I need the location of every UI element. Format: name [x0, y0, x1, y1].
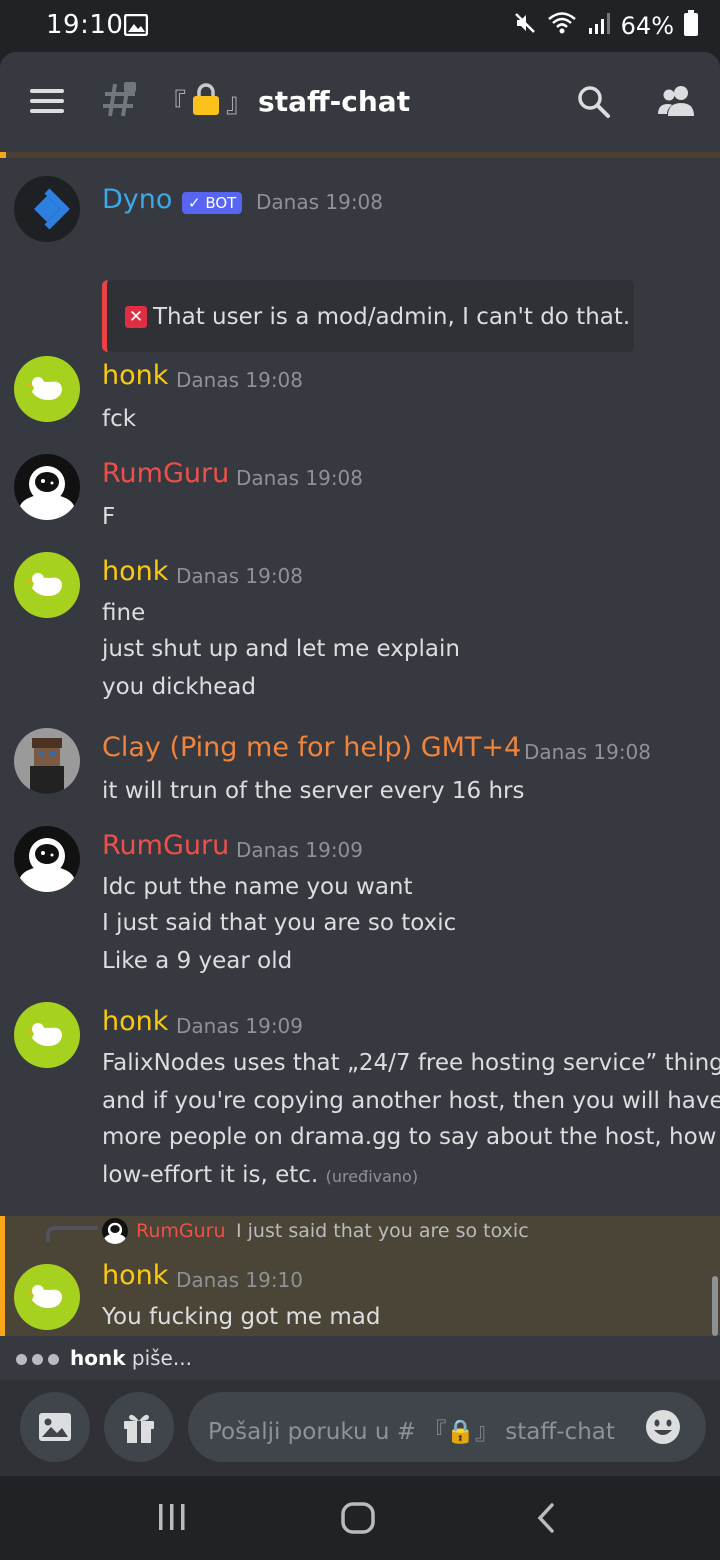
typing-suffix: piše... [125, 1346, 192, 1370]
gift-icon [124, 1414, 154, 1443]
message-line: just shut up and let me explain [102, 636, 460, 662]
avatar-honk[interactable] [14, 1002, 80, 1068]
back-icon[interactable] [534, 1502, 558, 1534]
message-line: F [102, 504, 116, 530]
bracket-open: 『 [160, 88, 187, 119]
message-timestamp: Danas 19:08 [176, 564, 304, 588]
message-line: more people on drama.gg to say about the… [102, 1124, 717, 1150]
system-navigation-bar [0, 1476, 720, 1560]
home-icon[interactable] [340, 1502, 376, 1534]
cross-mark-icon: ✕ [125, 306, 147, 328]
mute-icon [513, 11, 537, 41]
message-list[interactable]: Dyno ✓ BOT Danas 19:08 ✕ That user is a m… [0, 152, 720, 1336]
message-input[interactable]: Pošalji poruku u # 『🔒』 staff-chat [188, 1392, 706, 1462]
message-timestamp: Danas 19:10 [176, 1268, 304, 1292]
recent-apps-icon[interactable] [156, 1502, 188, 1532]
bracket-close: 』 [226, 88, 253, 119]
emoji-picker-icon[interactable] [644, 1408, 682, 1450]
author-name[interactable]: Dyno [102, 184, 172, 215]
avatar-honk[interactable] [14, 552, 80, 618]
message-timestamp: Danas 19:08 [176, 368, 304, 392]
reply-connector [46, 1226, 98, 1242]
member-list-icon[interactable] [656, 84, 696, 122]
battery-icon [684, 10, 698, 42]
reply-author[interactable]: RumGuru [136, 1220, 226, 1242]
message-line: you dickhead [102, 674, 256, 700]
lock-icon [192, 82, 220, 120]
scrollbar[interactable] [712, 1276, 718, 1336]
message-line: it will trun of the server every 16 hrs [102, 778, 525, 804]
status-bar: 19:10 64% [0, 0, 720, 52]
message-line: fine [102, 600, 146, 626]
avatar-honk[interactable] [14, 1264, 80, 1330]
embed-text: That user is a mod/admin, I can't do tha… [153, 304, 631, 330]
avatar-honk[interactable] [14, 356, 80, 422]
message-line: low-effort it is, etc. [102, 1162, 319, 1188]
typing-indicator: honk piše... [0, 1336, 720, 1380]
signal-icon [587, 12, 611, 40]
author-name[interactable]: RumGuru [102, 830, 229, 861]
gift-button[interactable] [104, 1392, 174, 1462]
mention-highlight-bar [0, 1216, 5, 1336]
gallery-notification-icon [123, 13, 149, 40]
avatar-rumguru[interactable] [14, 826, 80, 892]
hamburger-menu-icon[interactable] [30, 88, 64, 118]
avatar-clay[interactable] [14, 728, 80, 794]
message-honk-reply[interactable]: RumGuru I just said that you are so toxi… [0, 1216, 720, 1336]
message-input-placeholder: Pošalji poruku u # 『🔒』 staff-chat [208, 1419, 615, 1445]
reply-preview-text[interactable]: I just said that you are so toxic [236, 1220, 529, 1242]
message-line: You fucking got me mad [102, 1304, 381, 1330]
channel-name: staff-chat [258, 84, 411, 118]
bot-badge: ✓ BOT [182, 192, 243, 214]
message-line: and if you're copying another host, then… [102, 1088, 720, 1114]
edited-label: (uređivano) [325, 1167, 419, 1186]
reply-avatar-rumguru [102, 1218, 128, 1244]
composer-bar: Pošalji poruku u # 『🔒』 staff-chat [0, 1380, 720, 1476]
bot-embed: ✕ That user is a mod/admin, I can't do th… [102, 280, 634, 352]
message-timestamp: Danas 19:09 [236, 838, 364, 862]
author-name[interactable]: RumGuru [102, 458, 229, 489]
previous-message-edge [0, 152, 720, 158]
message-line: I just said that you are so toxic [102, 910, 457, 936]
channel-header: 『 』 staff-chat [0, 52, 720, 152]
message-timestamp: Danas 19:09 [176, 1014, 304, 1038]
attach-image-button[interactable] [20, 1392, 90, 1462]
channel-title: 『 』 staff-chat [160, 82, 410, 120]
battery-level: 64% [620, 12, 674, 40]
avatar-dyno[interactable] [14, 176, 80, 242]
status-time: 19:10 [46, 10, 124, 40]
wifi-icon [547, 11, 577, 41]
message-line: FalixNodes uses that „24/7 free hosting … [102, 1050, 720, 1076]
avatar-rumguru[interactable] [14, 454, 80, 520]
author-name[interactable]: honk [102, 1260, 168, 1291]
message-timestamp: Danas 19:08 [256, 190, 384, 214]
message-line: fck [102, 406, 137, 432]
author-name[interactable]: honk [102, 360, 168, 391]
message-timestamp: Danas 19:08 [236, 466, 364, 490]
channel-hash-icon [100, 80, 140, 124]
message-line: Like a 9 year old [102, 948, 293, 974]
message-timestamp: Danas 19:08 [524, 740, 652, 764]
typing-user: honk [70, 1346, 126, 1370]
image-icon [39, 1413, 71, 1441]
typing-dots-icon [16, 1354, 59, 1365]
author-name[interactable]: honk [102, 1006, 168, 1037]
author-name[interactable]: Clay (Ping me for help) GMT+4 [102, 732, 521, 763]
search-icon[interactable] [576, 84, 612, 124]
author-name[interactable]: honk [102, 556, 168, 587]
message-line: Idc put the name you want [102, 874, 413, 900]
